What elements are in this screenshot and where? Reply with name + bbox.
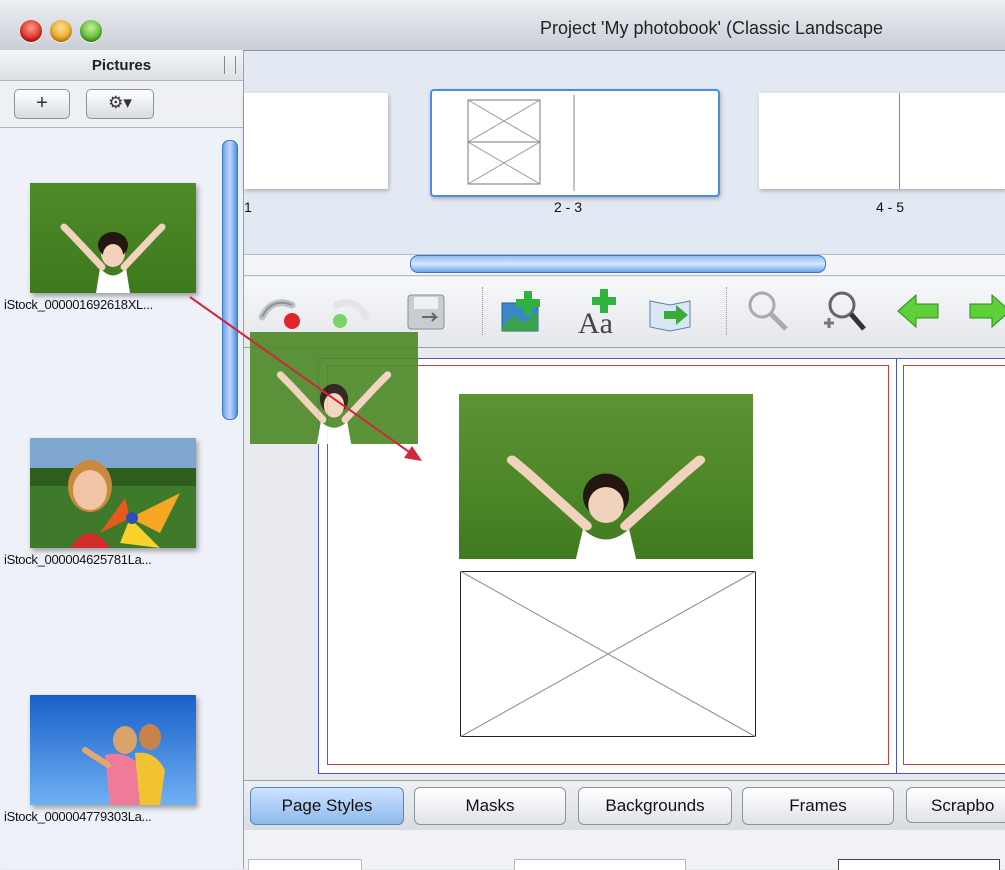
picture-filename: iStock_000004625781La... xyxy=(4,552,152,567)
previous-page-icon[interactable] xyxy=(894,287,942,335)
picture-thumbnail[interactable] xyxy=(30,438,196,548)
resize-grip-icon[interactable] xyxy=(224,56,236,74)
zoom-in-icon[interactable] xyxy=(820,287,868,335)
picture-filename: iStock_000004779303La... xyxy=(4,809,152,824)
undo-icon[interactable] xyxy=(254,287,302,335)
zoom-window-button[interactable] xyxy=(80,20,102,42)
picture-item[interactable]: iStock_000004779303La... xyxy=(4,695,228,835)
redo-icon[interactable] xyxy=(326,287,374,335)
picture-item[interactable]: iStock_000004625781La... xyxy=(4,438,228,578)
sidebar-title: Pictures xyxy=(91,57,152,74)
strip-scrollbar-thumb[interactable] xyxy=(410,255,826,273)
spread-label: 2 - 3 xyxy=(554,199,583,215)
minimize-window-button[interactable] xyxy=(50,20,72,42)
spread-thumbnail-1[interactable] xyxy=(244,93,388,189)
toolbar-separator xyxy=(482,287,483,335)
add-picture-button[interactable]: + xyxy=(14,89,70,119)
picture-thumbnail[interactable] xyxy=(30,695,196,805)
drag-preview-image xyxy=(250,332,418,444)
add-photo-icon[interactable] xyxy=(498,287,546,335)
gear-menu-button[interactable]: ⚙▾ xyxy=(86,89,154,119)
spread-label: 4 - 5 xyxy=(876,199,905,215)
spread-thumbnail-2-3[interactable] xyxy=(430,89,720,197)
pictures-sidebar: Pictures + ⚙▾ iStock_000001692618XL... i… xyxy=(0,50,244,869)
tab-scrapbook[interactable]: Scrapbo xyxy=(906,787,1005,823)
placed-photo[interactable] xyxy=(459,394,753,559)
library-tabs: Page Styles Masks Backgrounds Frames Scr… xyxy=(244,780,1005,831)
zoom-out-icon[interactable] xyxy=(744,287,792,335)
spread-layout-icon xyxy=(467,95,575,191)
add-text-icon[interactable]: Aa xyxy=(574,287,622,335)
picture-filename: iStock_000001692618XL... xyxy=(4,297,153,312)
picture-list: iStock_000001692618XL... iStock_00000462… xyxy=(4,128,228,868)
page-style-thumbnail[interactable] xyxy=(514,859,686,870)
spread-thumbnail-4-5[interactable] xyxy=(759,93,1005,189)
sidebar-scrollbar[interactable] xyxy=(222,140,238,420)
page-styles-gallery xyxy=(244,830,1005,870)
save-icon[interactable] xyxy=(402,287,450,335)
right-page[interactable] xyxy=(896,358,1005,774)
window-titlebar: Project 'My photobook' (Classic Landscap… xyxy=(0,0,1005,51)
tab-frames[interactable]: Frames xyxy=(742,787,894,825)
close-window-button[interactable] xyxy=(20,20,42,42)
sidebar-header: Pictures xyxy=(0,50,243,81)
next-page-icon[interactable] xyxy=(966,287,1005,335)
toolbar-separator xyxy=(726,287,727,335)
picture-thumbnail[interactable] xyxy=(30,183,196,293)
spread-strip: 1 2 - 3 4 - 5 xyxy=(244,51,1005,274)
add-page-icon[interactable] xyxy=(646,287,694,335)
tab-page-styles[interactable]: Page Styles xyxy=(250,787,404,825)
bleed-guide xyxy=(903,365,1005,765)
picture-item[interactable]: iStock_000001692618XL... xyxy=(4,183,228,323)
empty-photo-placeholder[interactable] xyxy=(460,571,756,737)
page-style-thumbnail[interactable] xyxy=(838,859,1000,870)
window-title: Project 'My photobook' (Classic Landscap… xyxy=(540,18,884,38)
tab-backgrounds[interactable]: Backgrounds xyxy=(578,787,732,825)
tab-masks[interactable]: Masks xyxy=(414,787,566,825)
page-style-thumbnail[interactable] xyxy=(248,859,362,870)
spread-label: 1 xyxy=(244,199,252,215)
sidebar-toolbar: + ⚙▾ xyxy=(0,81,243,128)
